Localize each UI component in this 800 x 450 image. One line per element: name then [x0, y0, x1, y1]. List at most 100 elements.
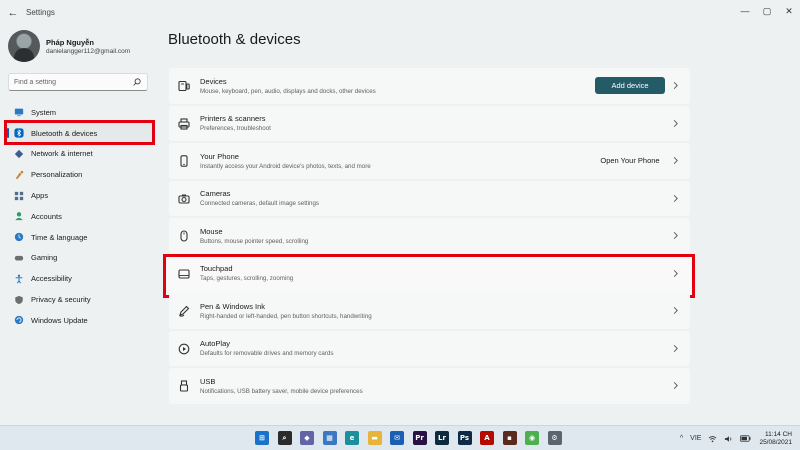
card-title: Pen & Windows Ink — [200, 301, 266, 311]
card-title: Mouse — [200, 226, 223, 236]
printer-icon — [178, 117, 190, 130]
sidebar-item-time-and-language[interactable]: Time & language — [6, 227, 154, 248]
autoplay-icon — [178, 343, 190, 354]
personalization-icon — [15, 170, 24, 179]
settings-card-devices[interactable]: Devices Mouse, keyboard, pen, audio, disp… — [169, 68, 690, 104]
battery-icon[interactable] — [740, 435, 751, 442]
maximize-button[interactable]: ▢ — [756, 0, 778, 22]
app-icon[interactable]: ▪ — [502, 431, 517, 445]
title-bar: ← Settings — ▢ ✕ — [0, 0, 800, 26]
file-explorer-icon[interactable]: ▬ — [367, 431, 382, 445]
card-title: Touchpad — [200, 264, 233, 273]
settings-card-touchpad[interactable]: Touchpad Taps, gestures, scrolling, zoomi… — [169, 256, 690, 292]
card-title: USB — [200, 376, 216, 386]
settings-app-icon[interactable]: ⚙ — [547, 431, 562, 445]
add-device-button[interactable]: Add device — [595, 77, 665, 94]
devices-icon — [178, 80, 190, 92]
card-description: Mouse, keyboard, pen, audio, displays an… — [200, 87, 376, 95]
clock-time: 11:14 CH — [765, 430, 792, 438]
lightroom-icon[interactable]: Lr — [435, 431, 449, 445]
sidebar-item-windows-update[interactable]: Windows Update — [6, 310, 154, 331]
card-title: Printers & scanners — [200, 114, 266, 123]
user-profile[interactable]: Pháp Nguyễn danielangger112@gmail.com — [8, 30, 158, 64]
chevron-right-icon — [673, 119, 678, 127]
card-description: Connected cameras, default image setting… — [200, 200, 320, 207]
search-box[interactable] — [8, 73, 148, 91]
sidebar-item-personalization[interactable]: Personalization — [6, 164, 154, 185]
apps-icon — [14, 191, 24, 200]
page-title: Bluetooth & devices — [168, 31, 301, 48]
close-button[interactable]: ✕ — [778, 0, 800, 22]
open-your-phone-button[interactable]: Open Your Phone — [595, 153, 665, 168]
acrobat-icon[interactable]: A — [480, 431, 494, 445]
tray-overflow-chevron[interactable]: ^ — [680, 435, 683, 442]
clock[interactable]: 11:14 CH 25/08/2021 — [759, 431, 792, 447]
network-icon — [14, 149, 24, 159]
taskbar-apps: ⊞ ⌕ ◆ ▦ e ▬ ✉ Pr Lr Ps A ▪ ◉ ⚙ — [255, 431, 570, 445]
card-title: AutoPlay — [200, 339, 231, 348]
system-tray: ^ VIE 11:14 CH 25/08/2021 — [673, 430, 792, 447]
pen-icon — [179, 305, 190, 317]
sidebar-item-accessibility[interactable]: Accessibility — [6, 268, 154, 289]
sidebar-item-gaming[interactable]: Gaming — [6, 248, 154, 269]
card-title: Cameras — [200, 189, 231, 198]
chrome-icon[interactable]: ◉ — [525, 431, 539, 445]
start-icon[interactable]: ⊞ — [255, 431, 269, 445]
window-controls: — ▢ ✕ — [734, 0, 800, 22]
accessibility-icon — [15, 274, 23, 284]
card-description: Preferences, troubleshoot — [200, 125, 271, 132]
touchpad-icon — [178, 268, 190, 279]
chevron-right-icon — [673, 382, 678, 389]
sidebar-item-label: Network & internet — [31, 149, 93, 159]
search-icon — [133, 78, 141, 86]
settings-card-usb[interactable]: USB Notifications, USB battery saver, mob… — [169, 368, 690, 404]
settings-card-printers-and-scanners[interactable]: Printers & scanners Preferences, troubles… — [169, 105, 690, 141]
minimize-button[interactable]: — — [734, 0, 756, 22]
sidebar-item-label: Windows Update — [31, 315, 88, 325]
widgets-icon[interactable]: ▦ — [322, 431, 337, 445]
language-indicator[interactable]: VIE — [690, 435, 701, 442]
taskbar: ⊞ ⌕ ◆ ▦ e ▬ ✉ Pr Lr Ps A ▪ ◉ ⚙ ^ VIE 11:14 CH 25/08/2… — [0, 425, 800, 450]
search-input[interactable] — [14, 76, 132, 88]
sidebar-item-network-and-internet[interactable]: Network & internet — [6, 144, 154, 165]
sidebar-item-accounts[interactable]: Accounts — [6, 206, 154, 227]
card-description: Buttons, mouse pointer speed, scrolling — [200, 237, 309, 245]
chevron-right-icon — [673, 82, 678, 89]
gaming-icon — [14, 255, 24, 261]
volume-icon[interactable] — [724, 435, 733, 443]
edge-icon[interactable]: e — [345, 431, 359, 445]
taskbar-search-icon[interactable]: ⌕ — [277, 431, 292, 445]
sidebar-item-label: Accounts — [31, 211, 62, 221]
sidebar-item-label: Personalization — [31, 170, 83, 180]
chevron-right-icon — [673, 232, 678, 239]
sidebar-item-label: Time & language — [31, 232, 88, 242]
settings-card-mouse[interactable]: Mouse Buttons, mouse pointer speed, scrol… — [169, 218, 690, 254]
accounts-icon — [15, 212, 23, 221]
settings-card-pen-and-windows-ink[interactable]: Pen & Windows Ink Right-handed or left-ha… — [169, 293, 690, 329]
card-description: Notifications, USB battery saver, mobile… — [200, 387, 363, 395]
mail-icon[interactable]: ✉ — [390, 431, 404, 445]
settings-card-autoplay[interactable]: AutoPlay Defaults for removable drives an… — [169, 330, 690, 366]
chevron-right-icon — [673, 307, 678, 314]
back-button[interactable]: ← — [6, 6, 20, 20]
photoshop-icon[interactable]: Ps — [457, 431, 472, 445]
sidebar-item-apps[interactable]: Apps — [6, 185, 154, 206]
card-description: Instantly access your Android device's p… — [200, 162, 371, 170]
card-title: Your Phone — [200, 151, 239, 161]
settings-card-your-phone[interactable]: Your Phone Instantly access your Android … — [169, 143, 690, 179]
wifi-icon[interactable] — [708, 435, 717, 443]
time-language-icon — [14, 233, 24, 242]
card-description: Right-handed or left-handed, pen button … — [200, 312, 372, 320]
chevron-right-icon — [673, 344, 678, 352]
sidebar-item-privacy-and-security[interactable]: Privacy & security — [6, 289, 154, 310]
settings-card-cameras[interactable]: Cameras Connected cameras, default image … — [169, 180, 690, 216]
card-title: Devices — [200, 76, 227, 86]
teams-chat-icon[interactable]: ◆ — [300, 431, 314, 445]
camera-icon — [178, 194, 190, 204]
windows-update-icon — [14, 316, 24, 325]
chevron-right-icon — [673, 194, 678, 202]
sidebar-item-label: Privacy & security — [31, 295, 91, 305]
profile-email: danielangger112@gmail.com — [46, 48, 131, 55]
app-title: Settings — [26, 8, 55, 17]
premiere-icon[interactable]: Pr — [412, 431, 427, 445]
